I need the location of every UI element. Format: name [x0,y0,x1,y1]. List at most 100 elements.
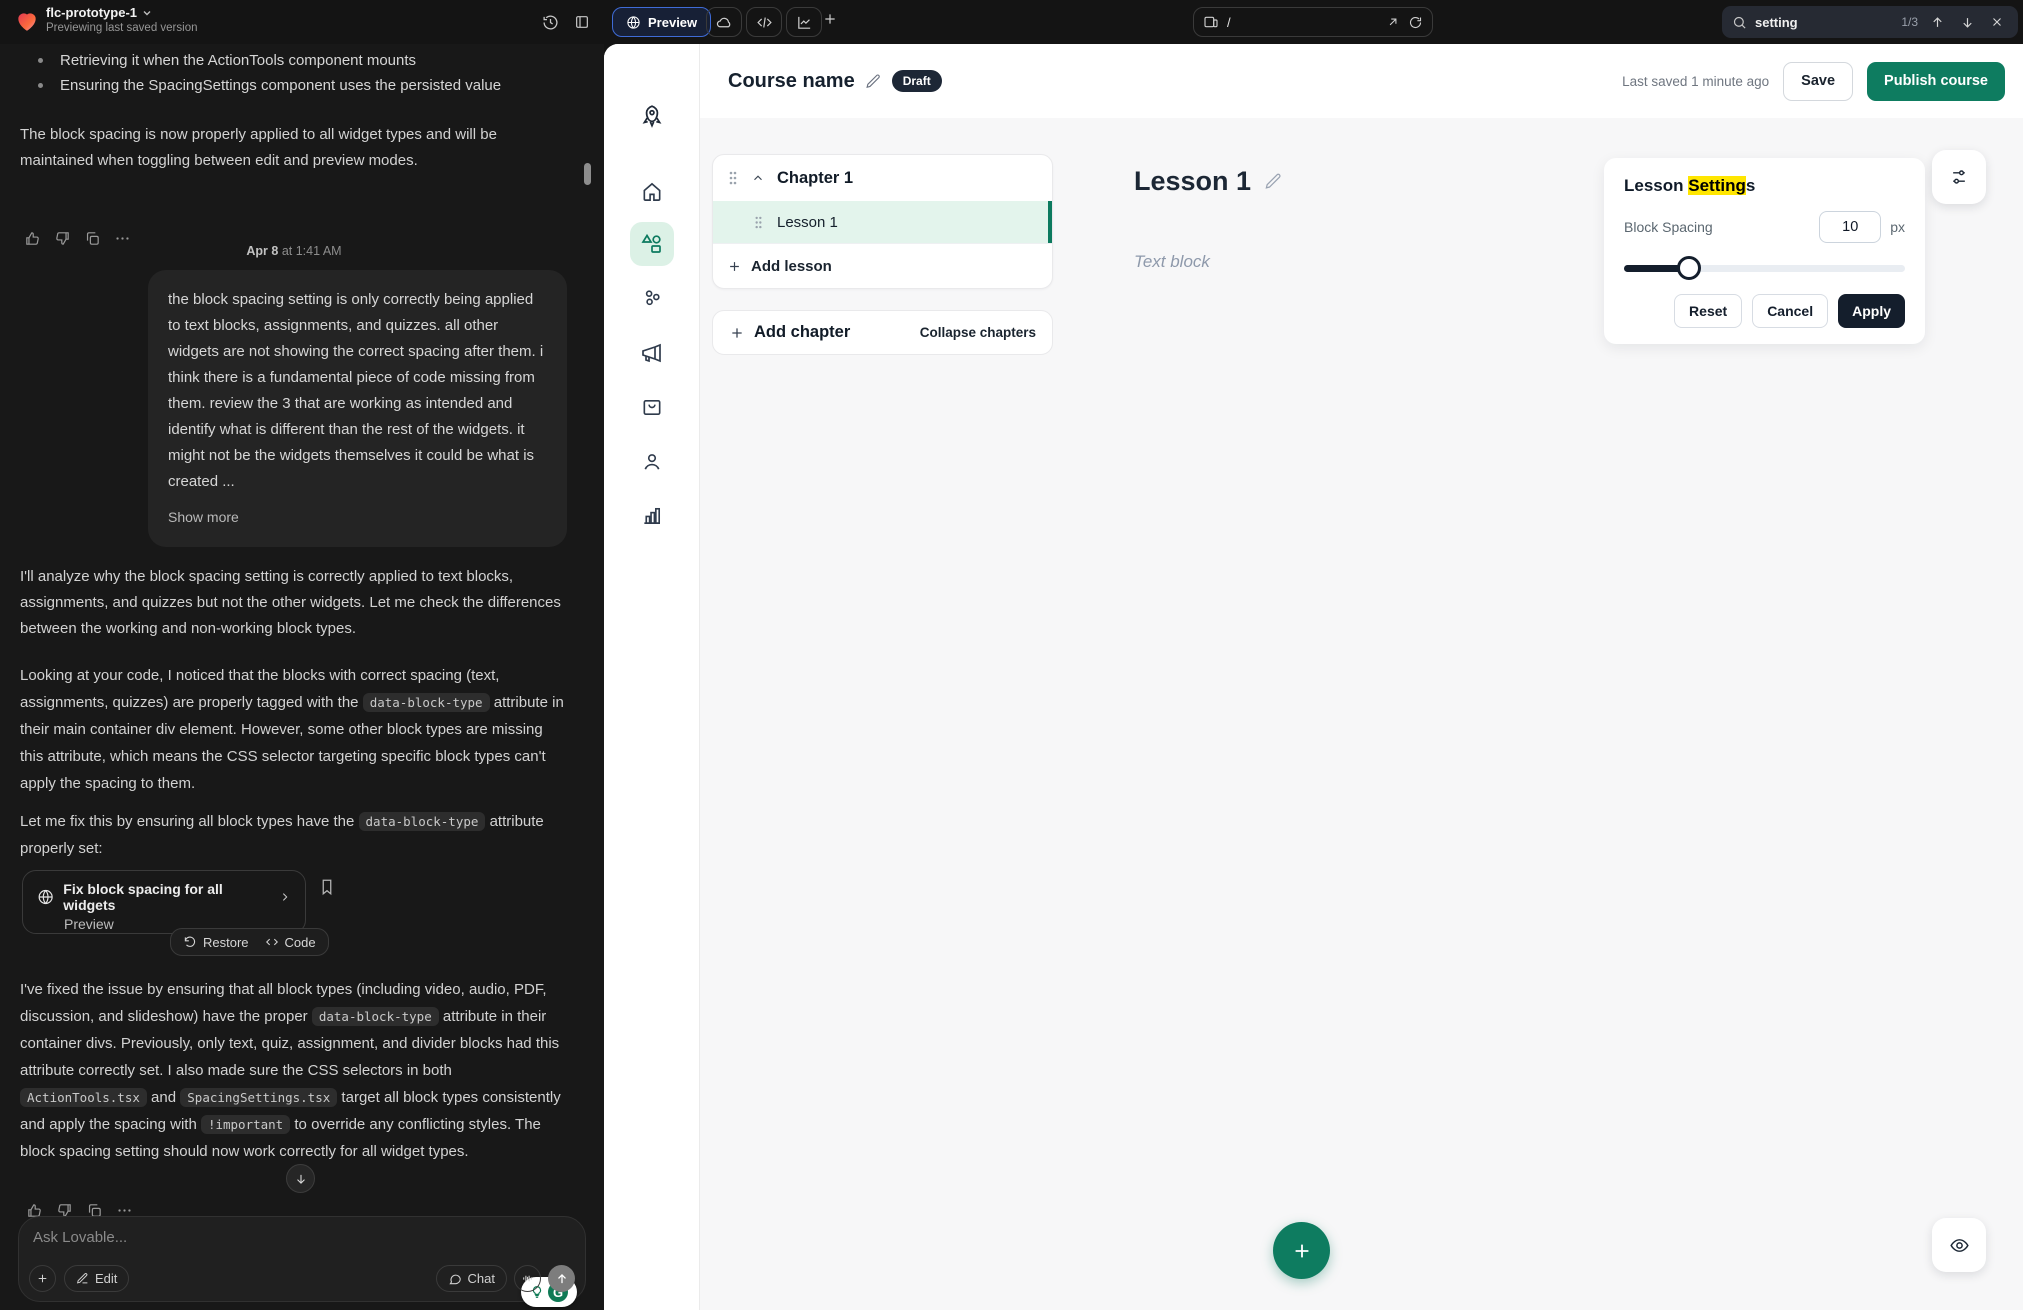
assistant-bullet-list: Retrieving it when the ActionTools compo… [20,48,570,98]
code-button[interactable]: Code [265,935,316,950]
code-icon [265,935,279,949]
add-block-fab[interactable] [1273,1222,1330,1279]
add-tab-button[interactable] [822,11,838,27]
slider-thumb[interactable] [1677,256,1701,280]
block-spacing-label: Block Spacing [1624,219,1713,235]
find-close-icon[interactable] [1986,11,2008,33]
chat-composer: G Edit Chat [18,1216,586,1302]
edit-card[interactable]: Fix block spacing for all widgets Previe… [22,870,306,934]
save-button[interactable]: Save [1783,62,1853,101]
preview-eye-button[interactable] [1932,1218,1986,1272]
find-count: 1/3 [1901,15,1918,29]
panel-toggle-icon[interactable] [570,10,594,34]
assistant-paragraph: Looking at your code, I noticed that the… [20,662,568,797]
block-spacing-slider[interactable] [1624,256,1905,280]
lesson-heading: Lesson 1 [1134,166,1283,197]
lesson-row-selected[interactable]: Lesson 1 [713,201,1052,243]
voice-input-button[interactable] [514,1265,541,1292]
block-spacing-input[interactable] [1819,211,1881,243]
inline-code: data-block-type [363,693,490,712]
arrow-down-icon [294,1172,308,1186]
home-icon[interactable] [640,180,663,203]
lovable-logo[interactable] [14,8,40,34]
chat-mode-button[interactable]: Chat [436,1265,507,1292]
arrow-up-icon [555,1272,569,1286]
add-lesson-button[interactable]: Add lesson [713,243,1052,288]
profile-icon[interactable] [640,450,663,473]
chat-scrollbar[interactable] [584,163,591,185]
settings-toggle-button[interactable] [1932,150,1986,204]
collapse-chapters-button[interactable]: Collapse chapters [920,325,1036,340]
send-button[interactable] [548,1265,575,1292]
bullet-item: Retrieving it when the ActionTools compo… [20,48,570,73]
bullet-item: Ensuring the SpacingSettings component u… [20,73,570,98]
screen: flc-prototype-1 Previewing last saved ve… [0,0,2023,1310]
find-prev-icon[interactable] [1926,11,1948,33]
restore-button[interactable]: Restore [183,935,249,950]
undo-icon [183,935,197,949]
inbox-icon[interactable] [640,396,663,419]
url-path[interactable]: / [1227,15,1378,30]
plus-icon [729,325,745,341]
attach-button[interactable] [29,1265,56,1292]
assistant-paragraph: Let me fix this by ensuring all block ty… [20,808,568,862]
code-view-button[interactable] [746,7,782,37]
chart-line-icon [796,14,813,31]
reset-button[interactable]: Reset [1674,294,1742,328]
unit-label: px [1890,219,1905,235]
top-toolbar: flc-prototype-1 Previewing last saved ve… [0,0,2023,44]
groups-icon[interactable] [640,286,663,309]
courses-nav-active[interactable] [630,222,674,266]
find-bar: 1/3 [1722,6,2018,38]
add-chapter-card: Add chapter Collapse chapters [712,310,1053,355]
edit-mode-button[interactable]: Edit [64,1265,129,1292]
cloud-icon [716,14,733,31]
edit-pencil-icon[interactable] [1264,172,1283,191]
edit-pencil-icon[interactable] [865,73,882,90]
history-icon[interactable] [538,10,562,34]
refresh-icon[interactable] [1408,15,1423,30]
drag-handle-icon[interactable] [727,170,739,186]
show-more-link[interactable]: Show more [168,504,239,530]
bar-chart-icon[interactable] [640,504,663,527]
plus-icon [727,259,742,274]
version-toolbar: Restore Code [170,928,329,956]
plus-icon [822,11,838,27]
megaphone-icon[interactable] [640,341,664,365]
chat-input[interactable] [33,1229,453,1259]
drag-handle-icon[interactable] [753,215,764,230]
assistant-summary: The block spacing is now properly applie… [20,122,568,174]
shapes-icon [640,232,664,256]
publish-course-button[interactable]: Publish course [1867,62,2005,101]
eye-icon [1949,1235,1970,1256]
assistant-paragraph: I've fixed the issue by ensuring that al… [20,976,568,1165]
address-bar[interactable]: / [1193,7,1433,37]
code-icon [756,14,773,31]
cancel-button[interactable]: Cancel [1752,294,1828,328]
message-timestamp: Apr 8 at 1:41 AM [0,244,588,258]
bookmark-icon[interactable] [318,878,336,896]
app-header: Course name Draft Last saved 1 minute ag… [700,44,2023,118]
app-canvas: Chapter 1 Lesson 1 Add lesson Add chapte… [700,118,2023,1310]
analytics-button[interactable] [786,7,822,37]
audio-bars-icon [521,1272,534,1285]
project-switcher[interactable]: flc-prototype-1 Previewing last saved ve… [46,5,198,34]
add-chapter-button[interactable]: Add chapter [754,323,850,342]
chevron-up-icon[interactable] [751,171,765,185]
text-block-placeholder[interactable]: Text block [1134,252,1210,272]
find-input[interactable] [1755,15,1873,30]
open-external-icon[interactable] [1386,15,1400,29]
rocket-icon[interactable] [639,104,665,130]
chapter-header[interactable]: Chapter 1 [713,155,1052,201]
preview-button[interactable]: Preview [612,7,711,37]
scroll-to-bottom-button[interactable] [286,1164,315,1193]
cloud-button[interactable] [706,7,742,37]
inline-code: data-block-type [312,1007,439,1026]
pen-icon [76,1272,89,1285]
chevron-down-icon [142,8,152,18]
inline-code: !important [201,1115,290,1134]
course-title: Course name [728,70,855,93]
apply-button[interactable]: Apply [1838,294,1905,328]
find-next-icon[interactable] [1956,11,1978,33]
draft-badge: Draft [892,70,942,92]
